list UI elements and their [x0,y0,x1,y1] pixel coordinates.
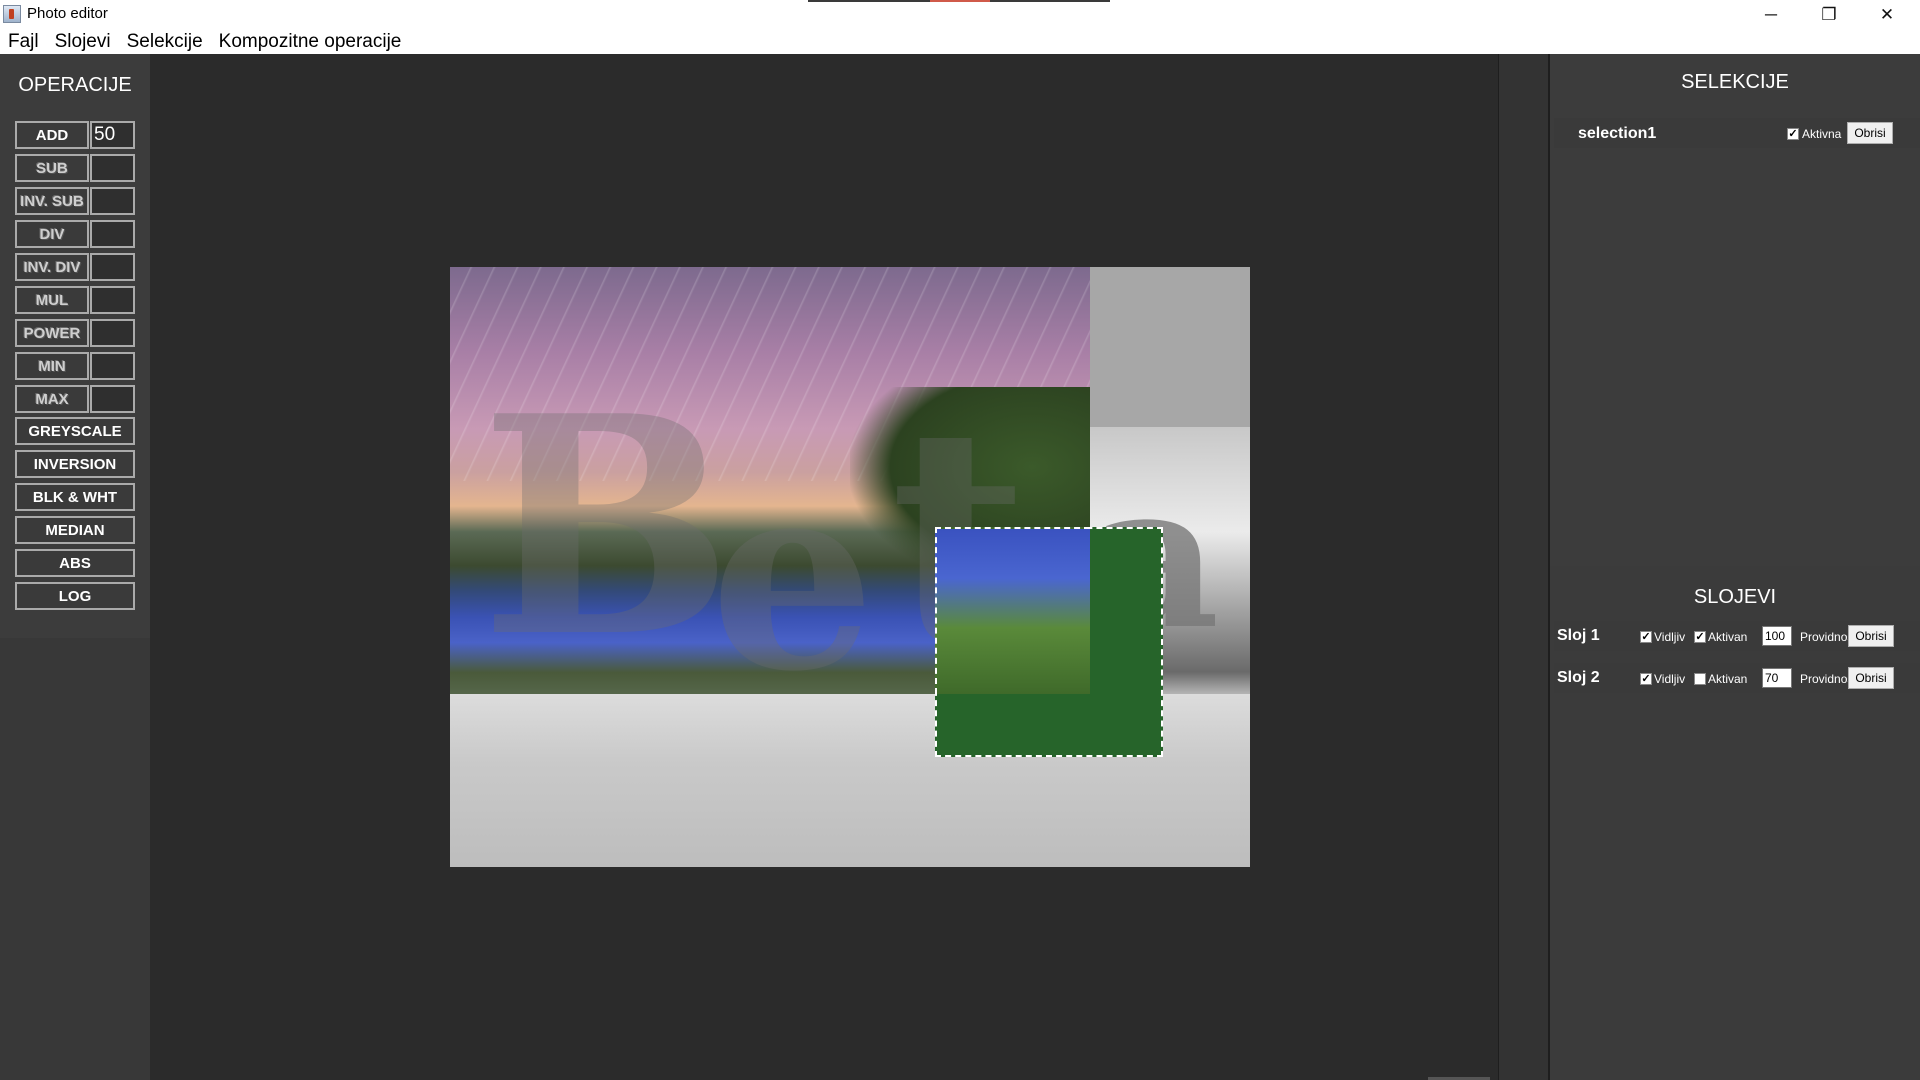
java-app-icon [3,5,21,23]
layers-title: SLOJEVI [1693,586,1777,608]
title-bar: Photo editor ─ ❐ ✕ [0,0,1920,29]
selections-panel: SELEKCIJE selection1 ✓ Aktivna Obrisi [1550,54,1920,566]
selection-name: selection1 [1578,125,1657,142]
op-inv-sub-input[interactable] [90,187,135,215]
layer-opacity-input[interactable] [1762,626,1792,646]
layer-active-checkbox[interactable]: ✓ [1694,631,1706,643]
layer-visible-checkbox[interactable]: ✓ [1640,631,1652,643]
layer-active-checkbox[interactable] [1694,673,1706,685]
op-sub-button[interactable]: SUB [15,154,89,182]
op-abs-button[interactable]: ABS [15,549,135,577]
op-inv-div-input[interactable] [90,253,135,281]
op-power-input[interactable] [90,319,135,347]
layer-row: Sloj 2 ✓ Vidljiv Aktivan Providnost Obri… [1554,663,1920,693]
photo-editor-window: Photo editor ─ ❐ ✕ Fajl Slojevi Selekcij… [0,0,1920,1080]
op-div-input[interactable] [90,220,135,248]
right-panel: SELEKCIJE selection1 ✓ Aktivna Obrisi SL… [1550,54,1920,1080]
op-log-button[interactable]: LOG [15,582,135,610]
op-median-button[interactable]: MEDIAN [15,516,135,544]
layer-delete-button[interactable]: Obrisi [1848,667,1894,689]
menu-kompozitne-operacije[interactable]: Kompozitne operacije [211,29,410,54]
op-sub-input[interactable] [90,154,135,182]
panel-divider[interactable] [1498,54,1550,1080]
layer-delete-button[interactable]: Obrisi [1848,625,1894,647]
op-min-button[interactable]: MIN [15,352,89,380]
layer-visible-checkbox[interactable]: ✓ [1640,673,1652,685]
menu-bar: Fajl Slojevi Selekcije Kompozitne operac… [0,29,1920,54]
op-greyscale-button[interactable]: GREYSCALE [15,417,135,445]
layer-active-label: Aktivan [1708,672,1748,686]
menu-slojevi[interactable]: Slojevi [47,29,119,54]
image-workspace[interactable]: B e t a [150,54,1498,1080]
operations-title: OPERACIJE [18,74,132,96]
layer-name: Sloj 1 [1557,627,1600,644]
close-button[interactable]: ✕ [1858,0,1916,29]
menu-fajl[interactable]: Fajl [0,29,47,54]
layer-active-label: Aktivan [1708,630,1748,644]
op-add-input[interactable] [90,121,135,149]
layer-image-grey-area [1090,267,1250,427]
layers-panel: SLOJEVI Sloj 1 ✓ Vidljiv ✓ Aktivan Provi… [1550,566,1920,1080]
restore-button[interactable]: ❐ [1800,0,1858,29]
operations-box: OPERACIJE ADD SUB INV. SUB DIV INV. DIV … [0,54,150,638]
layer-visible-label: Vidljiv [1654,630,1686,644]
image-canvas[interactable]: B e t a [450,267,1250,867]
title-bar-indicator [808,0,1110,2]
op-max-button[interactable]: MAX [15,385,89,413]
op-mul-input[interactable] [90,286,135,314]
operations-panel: OPERACIJE ADD SUB INV. SUB DIV INV. DIV … [0,54,150,1080]
op-mul-button[interactable]: MUL [15,286,89,314]
layer-visible-label: Vidljiv [1654,672,1686,686]
op-min-input[interactable] [90,352,135,380]
op-max-input[interactable] [90,385,135,413]
op-div-button[interactable]: DIV [15,220,89,248]
layer-opacity-input[interactable] [1762,668,1792,688]
selection-row: selection1 ✓ Aktivna Obrisi [1554,118,1920,148]
layer-name: Sloj 2 [1557,669,1600,686]
menu-selekcije[interactable]: Selekcije [119,29,211,54]
op-inversion-button[interactable]: INVERSION [15,450,135,478]
op-inv-sub-button[interactable]: INV. SUB [15,187,89,215]
layer-row: Sloj 1 ✓ Vidljiv ✓ Aktivan Providnost Ob… [1554,621,1920,651]
ghost-letter-b: B [480,350,734,703]
selection-active-checkbox[interactable]: ✓ [1787,128,1799,140]
op-black-white-button[interactable]: BLK & WHT [15,483,135,511]
selections-title: SELEKCIJE [1681,71,1789,93]
selection-region-image-overlap [935,527,1090,694]
op-power-button[interactable]: POWER [15,319,89,347]
op-inv-div-button[interactable]: INV. DIV [15,253,89,281]
selection-delete-button[interactable]: Obrisi [1847,122,1893,144]
minimize-button[interactable]: ─ [1742,0,1800,29]
selection-active-label: Aktivna [1802,127,1842,141]
op-add-button[interactable]: ADD [15,121,89,149]
window-title: Photo editor [27,5,108,22]
ghost-letter-e: e [710,424,876,729]
